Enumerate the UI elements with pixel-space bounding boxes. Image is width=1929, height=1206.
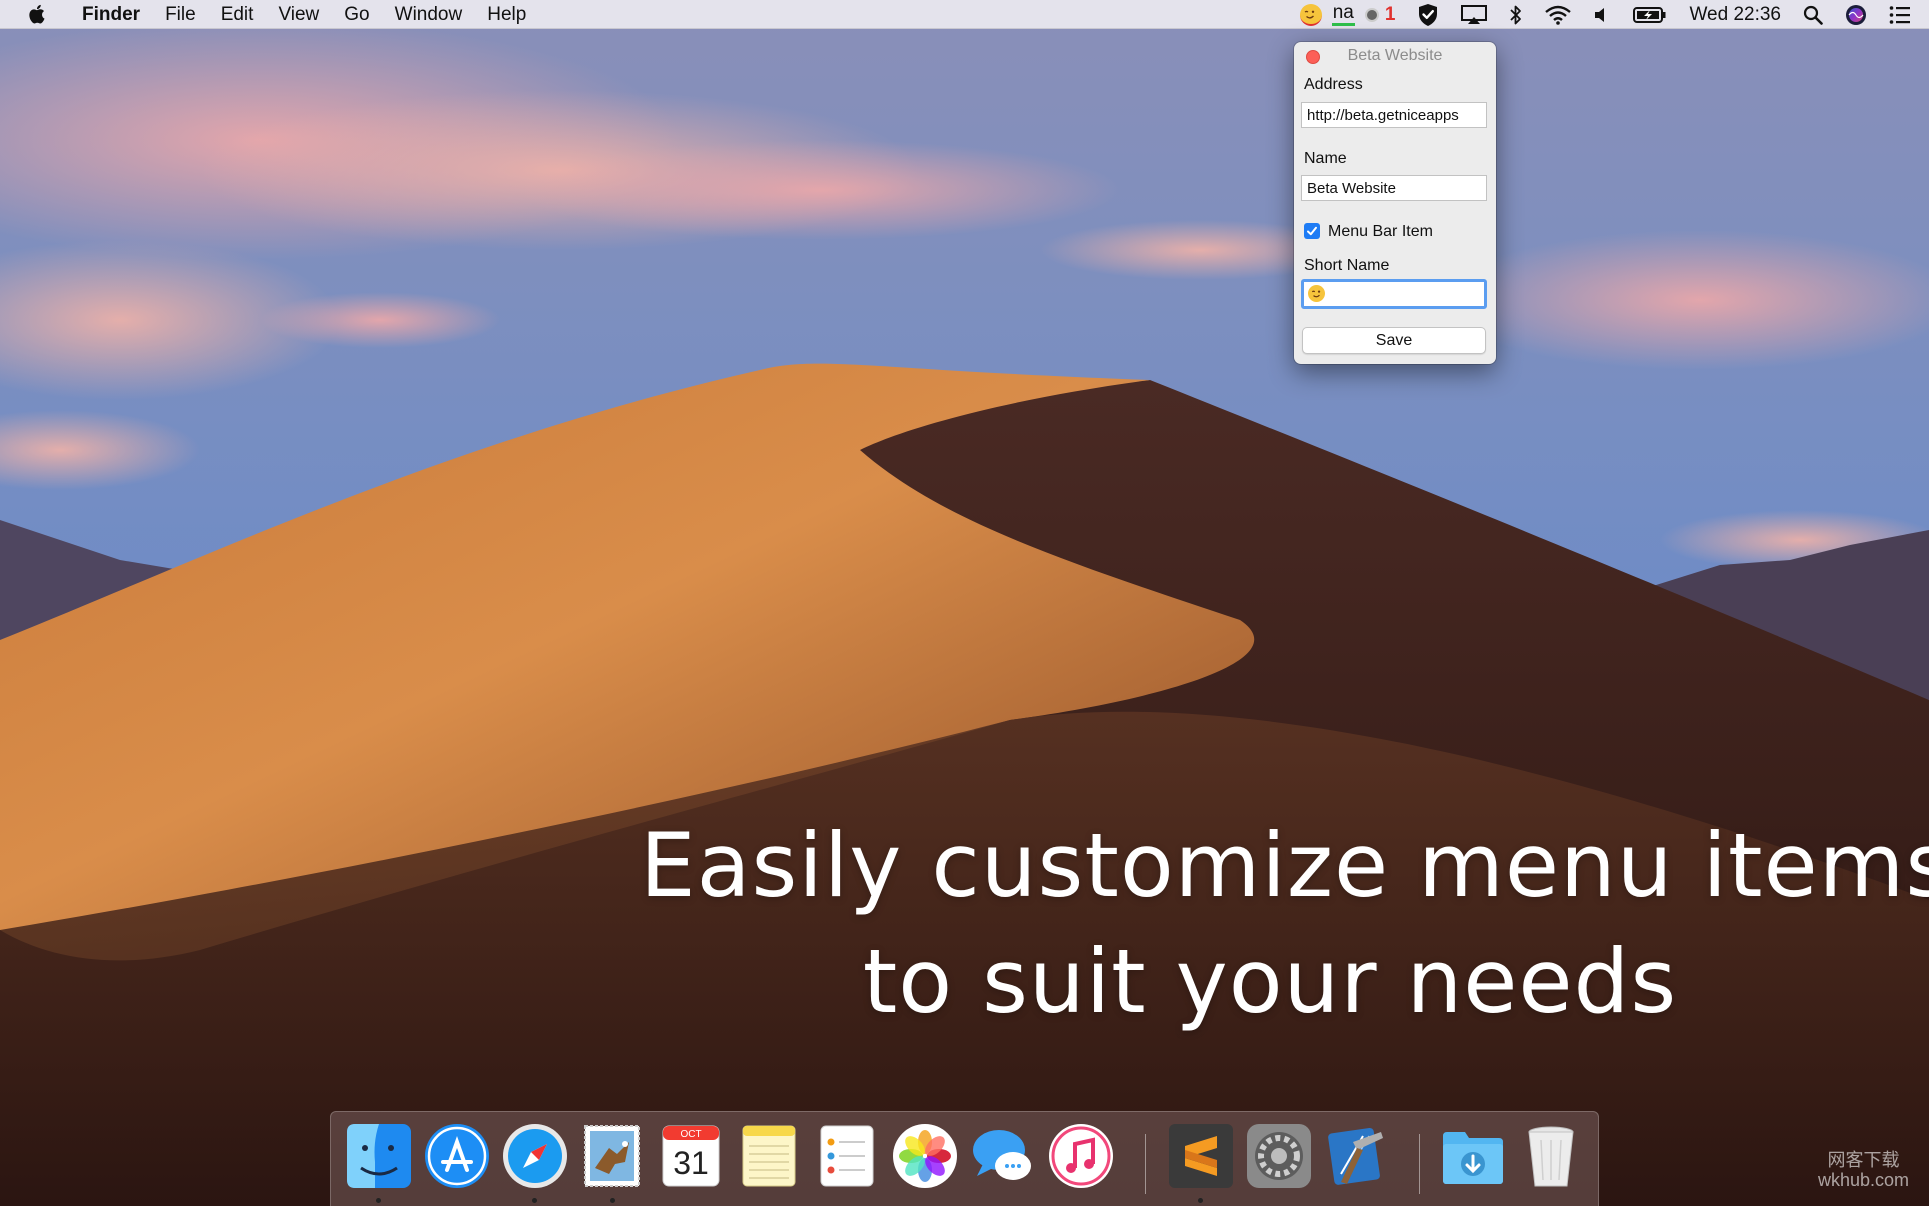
downloads-folder-icon[interactable] — [1439, 1122, 1507, 1190]
system-preferences-icon[interactable] — [1245, 1122, 1313, 1190]
messages-icon[interactable] — [969, 1122, 1037, 1190]
safari-icon[interactable] — [501, 1122, 569, 1190]
short-name-label: Short Name — [1304, 257, 1390, 274]
mail-icon[interactable] — [579, 1122, 647, 1190]
headline-line-2: to suit your needs — [862, 930, 1678, 1033]
calendar-month: OCT — [680, 1129, 701, 1140]
menu-edit[interactable]: Edit — [221, 0, 254, 29]
dock-separator — [1419, 1134, 1420, 1194]
name-label: Name — [1304, 150, 1347, 167]
name-field[interactable]: Beta Website — [1301, 175, 1487, 201]
headline-line-1: Easily customize menu items — [640, 814, 1929, 917]
watermark: 网客下载 wkhub.com — [1818, 1150, 1909, 1190]
watermark-line-2: wkhub.com — [1817, 1170, 1909, 1190]
menu-go[interactable]: Go — [344, 0, 369, 29]
wink-emoji-icon — [1308, 284, 1325, 302]
menu-help[interactable]: Help — [487, 0, 526, 29]
menu-bar: Finder File Edit View Go Window Help na … — [0, 0, 1929, 29]
notification-count-badge[interactable]: 1 — [1385, 4, 1396, 26]
window-title: Beta Website — [1347, 47, 1443, 64]
promo-headline: Easily customize menu items to suit your… — [640, 808, 1929, 1040]
safari-running-indicator — [532, 1198, 537, 1203]
status-short-name[interactable]: na — [1331, 3, 1355, 26]
sublime-text-icon[interactable] — [1167, 1122, 1235, 1190]
photos-icon[interactable] — [891, 1122, 959, 1190]
save-button[interactable]: Save — [1302, 327, 1486, 354]
calendar-day: 31 — [673, 1145, 709, 1181]
address-label: Address — [1304, 76, 1363, 93]
menu-bar-item-checkbox[interactable] — [1304, 223, 1320, 239]
menu-file[interactable]: File — [165, 0, 196, 29]
wink-emoji-icon[interactable] — [1299, 3, 1322, 26]
address-field[interactable]: http://beta.getniceapps — [1301, 102, 1487, 128]
airplay-icon[interactable] — [1461, 4, 1488, 25]
menu-app-name[interactable]: Finder — [82, 0, 140, 29]
volume-icon[interactable] — [1593, 5, 1611, 25]
checkmark-icon — [1307, 226, 1317, 236]
shield-icon[interactable] — [1417, 3, 1439, 27]
sublime-running-indicator — [1198, 1198, 1203, 1203]
menu-window[interactable]: Window — [395, 0, 463, 29]
dock-separator — [1145, 1134, 1146, 1194]
watermark-line-1: 网客下载 — [1827, 1150, 1900, 1170]
itunes-icon[interactable] — [1047, 1122, 1115, 1190]
trash-icon[interactable] — [1517, 1122, 1585, 1190]
calendar-icon[interactable]: OCT 31 — [657, 1122, 725, 1190]
notes-icon[interactable] — [735, 1122, 803, 1190]
battery-charging-icon[interactable] — [1633, 5, 1667, 25]
mail-running-indicator — [610, 1198, 615, 1203]
app-store-icon[interactable] — [423, 1122, 491, 1190]
edit-menu-item-window: Beta Website Address http://beta.getnice… — [1294, 42, 1496, 364]
apple-logo-icon[interactable] — [26, 2, 48, 26]
xcode-icon[interactable] — [1323, 1122, 1391, 1190]
dock: OCT 31 — [330, 1111, 1599, 1206]
menu-bar-status-area: na 1 Wed 22:36 — [1278, 0, 1911, 29]
short-name-field[interactable] — [1301, 279, 1487, 309]
menu-bar-clock[interactable]: Wed 22:36 — [1689, 4, 1781, 26]
finder-running-indicator — [376, 1198, 381, 1203]
notification-center-icon[interactable] — [1889, 5, 1911, 25]
finder-icon[interactable] — [345, 1122, 413, 1190]
window-titlebar[interactable]: Beta Website — [1294, 42, 1496, 70]
menu-bar-item-label[interactable]: Menu Bar Item — [1328, 223, 1433, 241]
menu-bar-left: Finder File Edit View Go Window Help — [0, 0, 551, 28]
bluetooth-icon[interactable] — [1509, 4, 1523, 26]
reminders-icon[interactable] — [813, 1122, 881, 1190]
spotlight-search-icon[interactable] — [1803, 5, 1823, 25]
record-dot-icon[interactable] — [1364, 7, 1379, 22]
siri-icon[interactable] — [1845, 4, 1867, 26]
wifi-icon[interactable] — [1545, 5, 1572, 25]
menu-view[interactable]: View — [278, 0, 319, 29]
